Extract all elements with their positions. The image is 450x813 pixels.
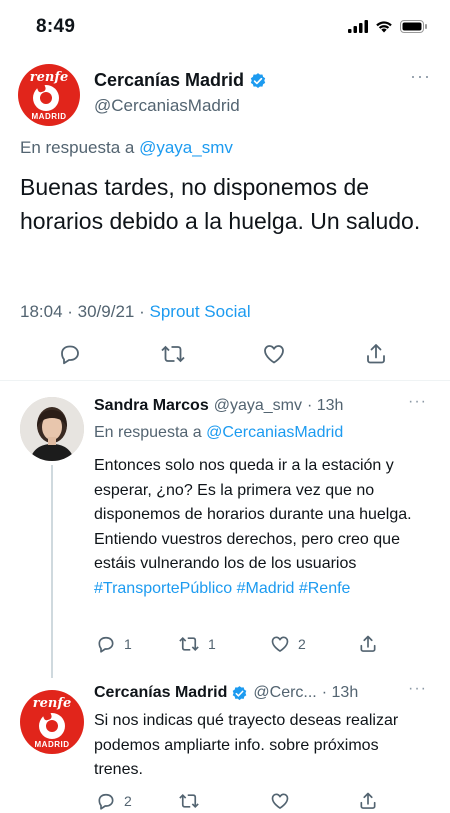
- like-button[interactable]: [262, 342, 286, 366]
- heart-icon: [271, 793, 289, 809]
- status-bar: 8:49: [0, 0, 450, 52]
- verified-badge-icon: [250, 72, 266, 88]
- verified-badge-icon: [233, 685, 247, 700]
- reply-context: En respuesta a @CercaniasMadrid: [94, 424, 343, 442]
- reply-count: 1: [124, 636, 132, 652]
- reply-header: Cercanías Madrid @Cerc... · 13h: [94, 684, 358, 702]
- reply-prefix: En respuesta a: [20, 138, 135, 157]
- reply-icon: [98, 636, 114, 653]
- renfe-logo-text: renfe: [32, 696, 72, 711]
- retweet-icon: [161, 345, 185, 363]
- reply-actions: 1 1 2: [94, 634, 394, 656]
- share-icon: [360, 635, 376, 652]
- share-icon: [367, 344, 385, 364]
- wifi-icon: [376, 21, 392, 33]
- author-handle[interactable]: @yaya_smv: [214, 397, 302, 415]
- tweet-text: Si nos indicas qué trayecto deseas reali…: [94, 712, 399, 778]
- like-button[interactable]: 2: [270, 634, 306, 654]
- more-options-icon[interactable]: ···: [408, 393, 427, 411]
- cellular-signal-icon: [348, 20, 368, 33]
- retweet-icon: [179, 793, 199, 809]
- author-name-text: Cercanías Madrid: [94, 70, 245, 90]
- reply-button[interactable]: 1: [96, 634, 132, 654]
- reply-button[interactable]: [58, 342, 82, 366]
- user-photo-icon: [20, 397, 84, 461]
- reply-mention-link[interactable]: @CercaniasMadrid: [206, 424, 343, 441]
- tweet-time[interactable]: · 13h: [322, 684, 358, 702]
- status-icons: [348, 20, 428, 33]
- renfe-logo-text: renfe: [29, 70, 69, 85]
- reply-header: Sandra Marcos @yaya_smv · 13h: [94, 397, 343, 415]
- battery-icon: [400, 20, 427, 33]
- tweet-text: Entonces solo nos queda ir a la estación…: [94, 454, 424, 601]
- more-options-icon[interactable]: ···: [410, 66, 431, 87]
- reply-count: 2: [124, 793, 132, 809]
- retweet-button[interactable]: 1: [178, 634, 216, 654]
- avatar[interactable]: [20, 397, 84, 461]
- tweet-source-link[interactable]: Sprout Social: [150, 302, 251, 321]
- reply-icon: [61, 345, 79, 365]
- renfe-logo-icon: [39, 713, 65, 739]
- tweet-meta: 18:04 · 30/9/21 · Sprout Social: [20, 302, 251, 322]
- reply-icon: [98, 793, 114, 810]
- reply-actions: 2: [94, 791, 394, 813]
- retweet-icon: [179, 636, 199, 652]
- share-button[interactable]: [364, 342, 388, 366]
- retweet-count: 1: [208, 636, 216, 652]
- reply-prefix: En respuesta a: [94, 424, 202, 441]
- reply-tweet[interactable]: Sandra Marcos @yaya_smv · 13h ··· En res…: [0, 381, 450, 678]
- author-name-text: Cercanías Madrid: [94, 684, 228, 701]
- share-button[interactable]: [358, 634, 378, 654]
- reply-mention-link[interactable]: @yaya_smv: [139, 138, 233, 157]
- like-button[interactable]: [270, 791, 290, 811]
- tweet-timestamp: 18:04 · 30/9/21 ·: [20, 302, 145, 321]
- reply-context: En respuesta a @yaya_smv: [20, 138, 233, 158]
- author-handle[interactable]: @Cerc...: [253, 684, 316, 702]
- reply-tweet[interactable]: renfe MADRID Cercanías Madrid @Cerc... ·…: [0, 678, 450, 813]
- avatar-label: MADRID: [34, 740, 70, 749]
- avatar-label: MADRID: [31, 112, 67, 121]
- heart-icon: [264, 345, 284, 364]
- retweet-button[interactable]: [160, 342, 186, 366]
- author-name[interactable]: Sandra Marcos: [94, 397, 209, 415]
- retweet-button[interactable]: [178, 791, 200, 811]
- share-icon: [360, 792, 376, 809]
- like-count: 2: [298, 636, 306, 652]
- author-name[interactable]: Cercanías Madrid: [94, 70, 267, 91]
- thread-line: [51, 465, 53, 678]
- status-time: 8:49: [36, 16, 76, 37]
- author-handle[interactable]: @CercaniasMadrid: [94, 96, 240, 116]
- more-options-icon[interactable]: ···: [408, 680, 427, 698]
- tweet-text: Buenas tardes, no disponemos de horarios…: [20, 174, 421, 234]
- hashtags-link[interactable]: #TransportePúblico #Madrid #Renfe: [94, 580, 350, 597]
- main-tweet-actions: [0, 342, 450, 372]
- avatar[interactable]: renfe MADRID: [20, 690, 84, 754]
- renfe-logo-icon: [33, 85, 59, 111]
- tweet-time[interactable]: · 13h: [307, 397, 343, 415]
- author-name[interactable]: Cercanías Madrid: [94, 684, 248, 702]
- reply-button[interactable]: 2: [96, 791, 132, 811]
- share-button[interactable]: [358, 791, 378, 811]
- avatar[interactable]: renfe MADRID: [18, 64, 80, 126]
- heart-icon: [271, 636, 289, 652]
- tweet-body: Entonces solo nos queda ir a la estación…: [94, 457, 412, 572]
